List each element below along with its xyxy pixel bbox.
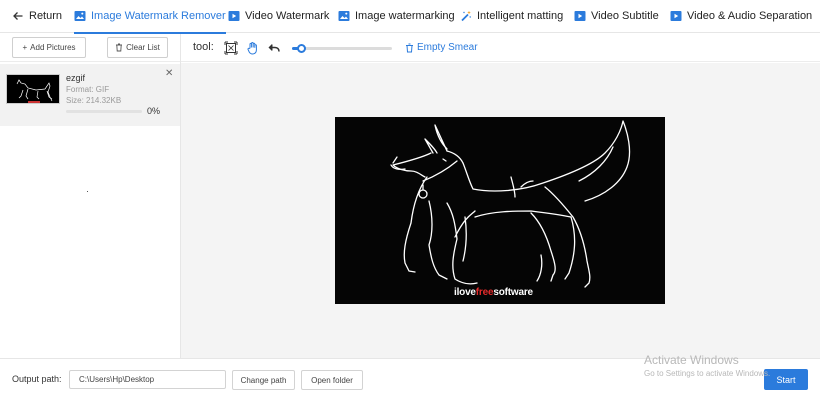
arrow-left-icon xyxy=(13,12,23,20)
file-name: ezgif xyxy=(66,73,86,83)
watermark-part-3: software xyxy=(493,287,533,298)
file-format: Format: GIF xyxy=(66,85,110,94)
tab-video-audio-separation[interactable]: Video & Audio Separation xyxy=(670,0,812,33)
dog-thumbnail-image xyxy=(16,79,53,103)
tab-label: Image Watermark Remover xyxy=(91,10,226,22)
output-path-input[interactable] xyxy=(69,370,226,389)
change-path-button[interactable]: Change path xyxy=(232,370,295,390)
undo-icon[interactable] xyxy=(267,41,281,55)
watermark-text: ilovefreesoftware xyxy=(454,287,533,298)
dog-line-drawing xyxy=(390,120,631,288)
empty-smear-label: Empty Smear xyxy=(417,42,478,53)
tab-label: Video & Audio Separation xyxy=(687,10,813,22)
stray-dot xyxy=(87,191,88,192)
open-folder-button[interactable]: Open folder xyxy=(301,370,363,390)
clear-list-label: Clear List xyxy=(126,43,160,52)
brush-size-slider[interactable] xyxy=(292,44,392,53)
add-pictures-button[interactable]: + Add Pictures xyxy=(12,37,86,58)
tab-image-watermarking[interactable]: Image watermarking xyxy=(338,0,455,33)
add-pictures-label: Add Pictures xyxy=(30,43,76,52)
image-icon xyxy=(338,11,350,21)
app-window: Return Image Watermark Remover Video Wat… xyxy=(0,0,820,400)
trash-icon xyxy=(406,43,413,52)
watermark-part-2: free xyxy=(475,287,494,298)
file-list-panel: + Add Pictures Clear List ezgif Format: … xyxy=(0,34,181,358)
tab-image-watermark-remover[interactable]: Image Watermark Remover xyxy=(74,0,226,34)
return-button[interactable]: Return xyxy=(12,0,62,33)
close-icon[interactable]: ✕ xyxy=(165,68,173,79)
tab-intelligent-matting[interactable]: Intelligent matting xyxy=(460,0,563,33)
file-list-item[interactable]: ezgif Format: GIF Size: 214.32KB 0% ✕ xyxy=(0,64,180,126)
clear-list-button[interactable]: Clear List xyxy=(107,37,168,58)
watermark-part-1: ilove xyxy=(454,287,476,298)
video-icon xyxy=(574,11,586,21)
video-icon xyxy=(670,11,682,21)
canvas-area[interactable]: ilovefreesoftware xyxy=(181,63,820,358)
image-preview[interactable]: ilovefreesoftware xyxy=(335,117,665,304)
footer-bar: Output path: Change path Open folder Sta… xyxy=(0,358,820,400)
file-size: Size: 214.32KB xyxy=(66,96,122,105)
tab-label: Video Watermark xyxy=(245,10,330,22)
trash-icon xyxy=(116,43,123,52)
file-list-toolbar: + Add Pictures Clear List xyxy=(0,34,180,62)
top-nav: Return Image Watermark Remover Video Wat… xyxy=(0,0,820,34)
selection-box-icon[interactable] xyxy=(224,41,238,55)
image-icon xyxy=(74,11,86,21)
progress-bar xyxy=(66,110,142,113)
empty-smear-button[interactable]: Empty Smear xyxy=(405,42,478,53)
tab-video-watermark[interactable]: Video Watermark xyxy=(228,0,329,33)
hand-icon[interactable] xyxy=(246,41,260,55)
tool-label: tool: xyxy=(193,41,214,53)
magic-wand-icon xyxy=(461,10,471,22)
progress-percent: 0% xyxy=(147,106,161,116)
return-label: Return xyxy=(29,10,63,22)
output-path-label: Output path: xyxy=(12,374,62,384)
tab-label: Video Subtitle xyxy=(591,10,659,22)
plus-icon: + xyxy=(22,43,28,52)
tab-label: Intelligent matting xyxy=(477,10,564,22)
start-button[interactable]: Start xyxy=(764,369,808,390)
slider-handle[interactable] xyxy=(297,44,306,53)
tab-label: Image watermarking xyxy=(355,10,455,22)
file-thumbnail xyxy=(6,74,60,104)
tab-video-subtitle[interactable]: Video Subtitle xyxy=(574,0,659,33)
tool-bar: tool: Empty Smear xyxy=(181,34,820,62)
video-icon xyxy=(228,11,240,21)
